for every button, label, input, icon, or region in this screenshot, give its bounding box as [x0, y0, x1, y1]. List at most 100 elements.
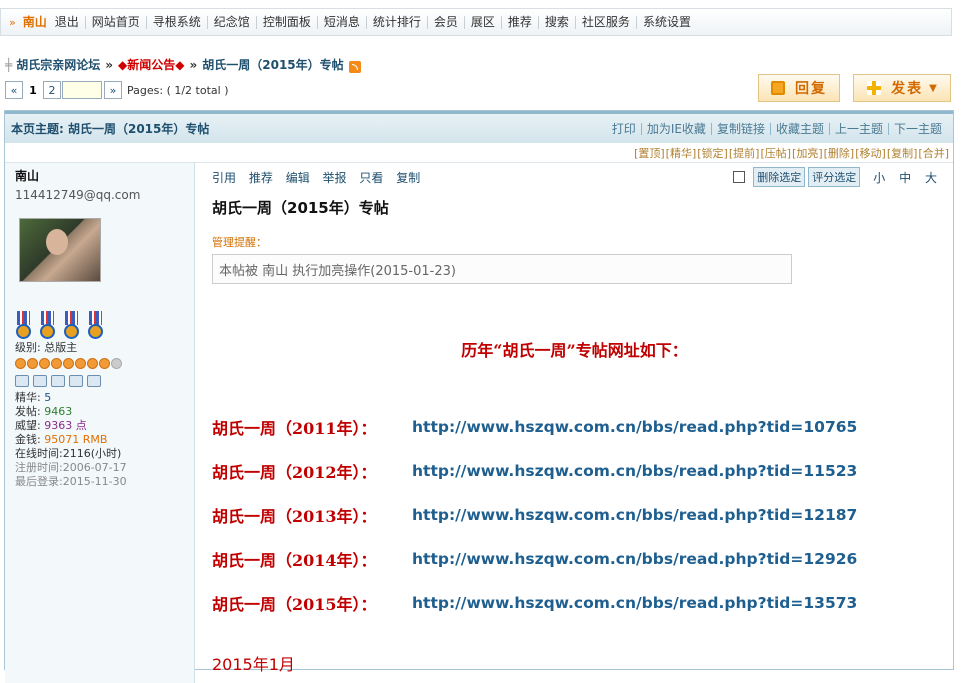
next-topic-link[interactable]: 下一主题: [889, 123, 947, 135]
thread-url-link[interactable]: http://www.hszqw.com.cn/bbs/read.php?tid…: [412, 418, 857, 436]
breadcrumb-board[interactable]: ◆新闻公告◆: [118, 56, 184, 73]
message-icon[interactable]: [33, 375, 47, 387]
plus-icon: [867, 81, 882, 95]
prev-topic-link[interactable]: 上一主题: [830, 122, 889, 135]
level-icons: [15, 358, 184, 369]
qq-icon[interactable]: [87, 375, 101, 387]
medal-icon: [15, 311, 32, 341]
link-list: 胡氏一周（2011年）： http://www.hszqw.com.cn/bbs…: [212, 405, 937, 625]
nav-roots[interactable]: 寻根系统: [147, 15, 208, 29]
post-ops: 引用 推荐 编辑 举报 只看 复制 删除选定 评分选定 小 中 大: [212, 167, 937, 187]
recommend-link[interactable]: 推荐: [249, 171, 273, 185]
new-post-label: 发表: [891, 81, 924, 97]
font-small[interactable]: 小: [873, 171, 885, 185]
report-link[interactable]: 举报: [323, 171, 347, 185]
post-headline: 历年“胡氏一周”专帖网址如下：: [461, 341, 688, 360]
breadcrumb: ╪ 胡氏宗亲网论坛 » ◆新闻公告◆ » 胡氏一周（2015年）专帖: [5, 56, 361, 73]
select-checkbox[interactable]: [733, 171, 746, 183]
thread-url-link[interactable]: http://www.hszqw.com.cn/bbs/read.php?tid…: [412, 506, 857, 524]
thread-url-link[interactable]: http://www.hszqw.com.cn/bbs/read.php?tid…: [412, 594, 857, 612]
thread-url-link[interactable]: http://www.hszqw.com.cn/bbs/read.php?tid…: [412, 550, 857, 568]
breadcrumb-thread[interactable]: 胡氏一周（2015年）专帖: [202, 56, 343, 73]
post-title: 胡氏一周（2015年）专帖: [212, 199, 389, 217]
pager-jump-input[interactable]: [62, 81, 102, 99]
quote-link[interactable]: 引用: [212, 171, 236, 185]
rate-selected-button[interactable]: 评分选定: [808, 167, 861, 187]
mod-delete[interactable]: [删除]: [824, 145, 855, 161]
level-dot-icon: [15, 358, 26, 369]
nav-logout[interactable]: 退出: [49, 15, 86, 29]
reply-button[interactable]: 回复: [758, 74, 840, 102]
font-medium[interactable]: 中: [899, 171, 911, 185]
breadcrumb-forum[interactable]: 胡氏宗亲网论坛: [16, 56, 100, 73]
thread-url-link[interactable]: http://www.hszqw.com.cn/bbs/read.php?tid…: [412, 462, 857, 480]
moderation-bar: [置顶] [精华] [锁定] [提前] [压帖] [加亮] [删除] [移动] …: [5, 143, 953, 163]
email-icon[interactable]: [69, 375, 83, 387]
author-level: 级别: 总版主: [15, 341, 78, 354]
medal-icon: [87, 311, 104, 341]
thread-header: 本页主题: 胡氏一周（2015年）专帖 打印 加为IE收藏 复制链接 收藏主题 …: [5, 111, 953, 143]
mod-copy[interactable]: [复制]: [887, 145, 918, 161]
link-label: 胡氏一周（2011年）：: [212, 419, 377, 438]
avatar[interactable]: [19, 218, 101, 282]
link-label: 胡氏一周（2012年）：: [212, 463, 377, 482]
mod-sink[interactable]: [压帖]: [760, 145, 791, 161]
font-large[interactable]: 大: [925, 171, 937, 185]
mod-bump[interactable]: [提前]: [729, 145, 760, 161]
nav-exhibits[interactable]: 展区: [465, 15, 502, 29]
mod-highlight[interactable]: [加亮]: [792, 145, 823, 161]
copy-post-link[interactable]: 复制: [396, 171, 420, 185]
nav-username[interactable]: 南山: [17, 15, 49, 29]
list-item: 胡氏一周（2012年）： http://www.hszqw.com.cn/bbs…: [212, 449, 937, 493]
nav-search[interactable]: 搜索: [539, 15, 576, 29]
rss-icon[interactable]: [348, 60, 361, 73]
mod-move[interactable]: [移动]: [855, 145, 886, 161]
link-label: 胡氏一周（2013年）：: [212, 507, 377, 526]
nav-community[interactable]: 社区服务: [576, 15, 637, 29]
bookmark-link[interactable]: 收藏主题: [771, 122, 830, 135]
thread-frame: 本页主题: 胡氏一周（2015年）专帖 打印 加为IE收藏 复制链接 收藏主题 …: [4, 110, 954, 683]
author-email: 114412749@qq.com: [15, 188, 141, 202]
mod-pin[interactable]: [置顶]: [634, 145, 665, 161]
author-name[interactable]: 南山: [15, 167, 184, 184]
new-post-button[interactable]: 发表 ▼: [853, 74, 951, 102]
post-content: 引用 推荐 编辑 举报 只看 复制 删除选定 评分选定 小 中 大 胡氏一周（2…: [196, 163, 953, 683]
stat-digest: 精华: 5: [15, 391, 52, 404]
nav-recommend[interactable]: 推荐: [502, 15, 539, 29]
add-friend-icon[interactable]: [51, 375, 65, 387]
nav-control-panel[interactable]: 控制面板: [257, 15, 318, 29]
mod-digest[interactable]: [精华]: [666, 145, 697, 161]
top-navigation: » 南山 退出 网站首页 寻根系统 纪念馆 控制面板 短消息 统计排行 会员 展…: [0, 8, 952, 36]
only-author-link[interactable]: 只看: [359, 171, 383, 185]
print-link[interactable]: 打印: [607, 122, 642, 135]
admin-notice: 本帖被 南山 执行加亮操作(2015-01-23): [212, 254, 792, 284]
nav-memorial[interactable]: 纪念馆: [208, 15, 257, 29]
thread-links: 打印 加为IE收藏 复制链接 收藏主题 上一主题 下一主题: [607, 122, 947, 135]
copy-link[interactable]: 复制链接: [712, 122, 771, 135]
author-sidebar: 南山 114412749@qq.com 级别: 总版主 精华: 5 发帖: 94…: [5, 163, 195, 683]
profile-icon[interactable]: [15, 375, 29, 387]
nav-stats[interactable]: 统计排行: [367, 15, 428, 29]
nav-members[interactable]: 会员: [428, 15, 465, 29]
nav-home[interactable]: 网站首页: [86, 15, 147, 29]
medals: [15, 311, 184, 341]
edit-link[interactable]: 编辑: [286, 171, 310, 185]
mod-merge[interactable]: [合并]: [918, 145, 949, 161]
breadcrumb-sep: »: [189, 57, 198, 72]
link-label: 胡氏一周（2014年）：: [212, 551, 377, 570]
mod-lock[interactable]: [锁定]: [697, 145, 728, 161]
medal-icon: [39, 311, 56, 341]
pager-page-2[interactable]: 2: [43, 81, 61, 99]
level-dot-icon: [75, 358, 86, 369]
nav-settings[interactable]: 系统设置: [637, 15, 697, 29]
pager-next[interactable]: »: [104, 81, 122, 99]
level-dot-icon: [27, 358, 38, 369]
pager-info: Pages: ( 1/2 total ): [127, 83, 229, 97]
stat-online: 在线时间:2116(小时): [15, 447, 122, 460]
delete-selected-button[interactable]: 删除选定: [753, 167, 806, 187]
level-dot-icon: [99, 358, 110, 369]
nav-messages[interactable]: 短消息: [318, 15, 367, 29]
ie-favorite-link[interactable]: 加为IE收藏: [642, 122, 712, 135]
pager-prev[interactable]: «: [5, 81, 23, 99]
arrow-icon: »: [9, 15, 16, 29]
